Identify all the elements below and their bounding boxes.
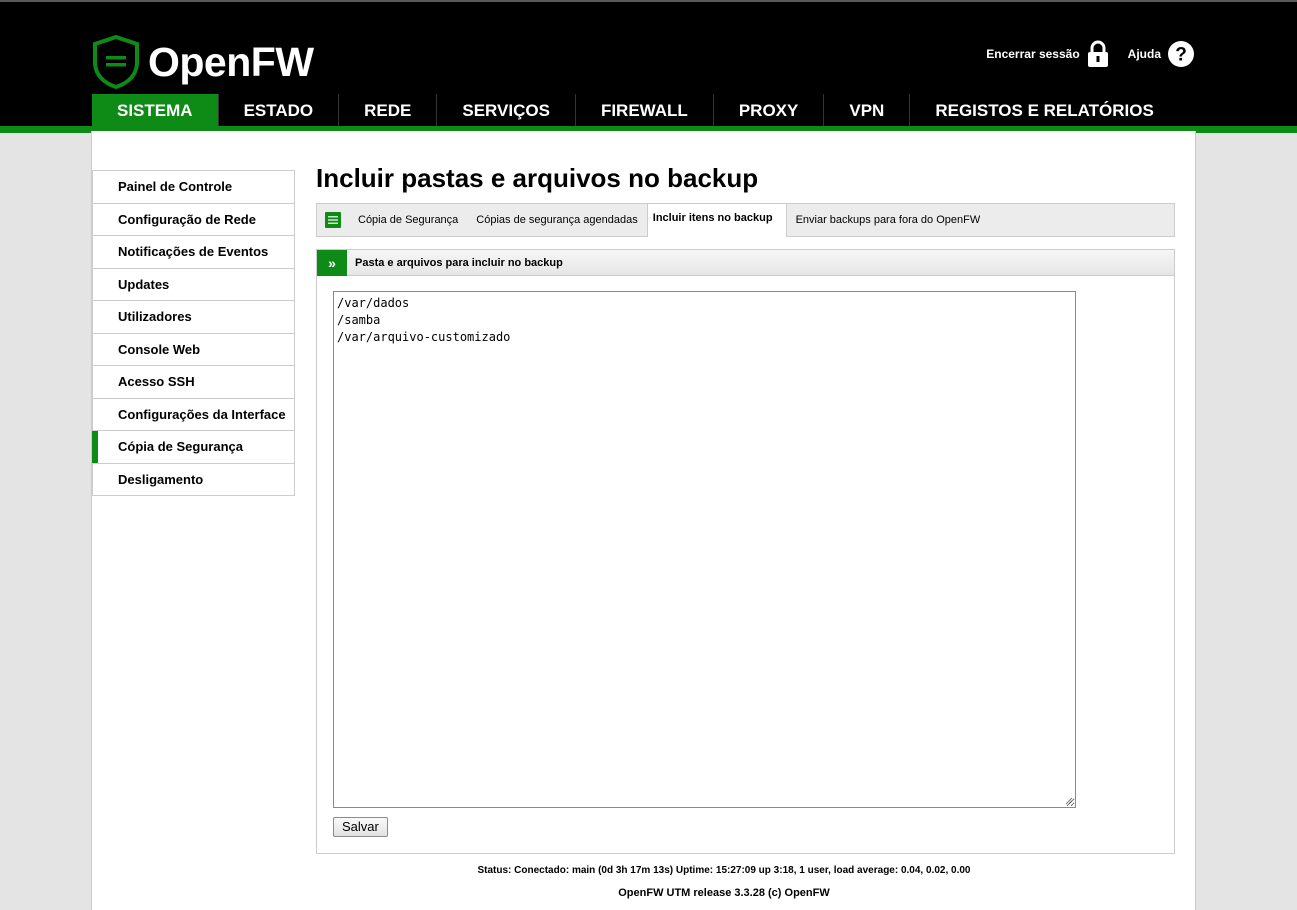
path-line: /var/arquivo-customizado — [337, 330, 511, 344]
path-line: /var/dados — [337, 296, 410, 310]
logout-label: Encerrar sessão — [986, 47, 1080, 61]
section-title: Pasta e arquivos para incluir no backup — [355, 256, 563, 269]
backup-include-section: » Pasta e arquivos para incluir no backu… — [316, 249, 1175, 854]
logo[interactable]: OpenFW — [92, 35, 314, 89]
sidebar: Painel de Controle Configuração de Rede … — [92, 170, 295, 496]
sidebar-item-console-web[interactable]: Console Web — [93, 333, 294, 366]
logout-link[interactable]: Encerrar sessão — [986, 40, 1109, 68]
page-title: Incluir pastas e arquivos no backup — [316, 163, 759, 193]
help-label: Ajuda — [1127, 47, 1161, 61]
tab-copias-agendadas[interactable]: Cópias de segurança agendadas — [467, 204, 646, 236]
menu-list-icon — [317, 204, 349, 236]
resize-grip-icon[interactable] — [1065, 797, 1073, 805]
tab-incluir-itens[interactable]: Incluir itens no backup — [646, 204, 787, 237]
header: OpenFW Encerrar sessão Ajuda ? SISTEMA E… — [0, 0, 1297, 133]
sidebar-item-updates[interactable]: Updates — [93, 268, 294, 301]
help-link[interactable]: Ajuda ? — [1128, 40, 1195, 68]
tab-bar: Cópia de Segurança Cópias de segurança a… — [316, 203, 1175, 237]
include-paths-textarea[interactable]: /var/dados /samba /var/arquivo-customiza… — [333, 291, 1076, 808]
sidebar-item-utilizadores[interactable]: Utilizadores — [93, 301, 294, 334]
release-info: OpenFW UTM release 3.3.28 (c) OpenFW — [618, 887, 830, 899]
top-links: Encerrar sessão Ajuda ? — [986, 40, 1195, 68]
save-button[interactable]: Salvar — [333, 817, 388, 837]
main-nav: SISTEMA ESTADO REDE SERVIÇOS FIREWALL PR… — [92, 94, 1179, 132]
sidebar-item-painel[interactable]: Painel de Controle — [93, 171, 294, 204]
sidebar-item-acesso-ssh[interactable]: Acesso SSH — [93, 366, 294, 399]
tab-copia-seguranca[interactable]: Cópia de Segurança — [349, 204, 467, 236]
section-header: » Pasta e arquivos para incluir no backu… — [317, 249, 1174, 276]
status-line: Status: Conectado: main (0d 3h 17m 13s) … — [477, 865, 971, 876]
sidebar-item-config-rede[interactable]: Configuração de Rede — [93, 203, 294, 236]
sidebar-item-notificacoes[interactable]: Notificações de Eventos — [93, 236, 294, 269]
shield-logo-icon — [93, 35, 139, 89]
double-chevron-right-icon: » — [317, 249, 347, 276]
svg-text:?: ? — [1175, 45, 1187, 66]
help-icon: ? — [1168, 41, 1194, 67]
sidebar-item-config-interface[interactable]: Configurações da Interface — [93, 398, 294, 431]
sidebar-item-copia-seguranca[interactable]: Cópia de Segurança — [92, 431, 294, 464]
lock-icon — [1087, 40, 1108, 67]
tab-enviar-backups[interactable]: Enviar backups para fora do OpenFW — [787, 204, 990, 236]
sidebar-item-desligamento[interactable]: Desligamento — [93, 463, 294, 496]
path-line: /samba — [337, 313, 381, 327]
brand-name: OpenFW — [148, 38, 314, 85]
